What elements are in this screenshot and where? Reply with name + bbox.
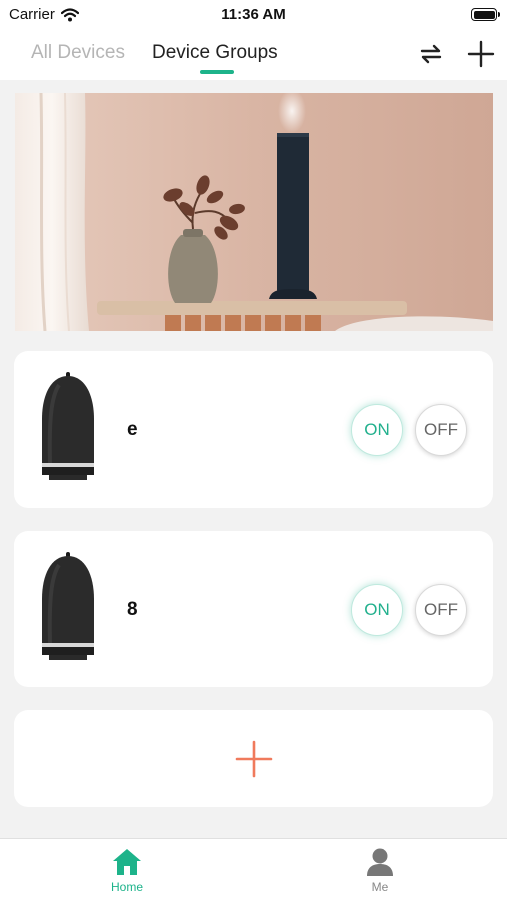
bottom-tab-bar: Home Me bbox=[0, 838, 507, 900]
device-name: e bbox=[127, 419, 138, 440]
device-card[interactable]: e ON OFF bbox=[14, 351, 493, 508]
person-icon bbox=[367, 848, 393, 876]
swap-icon[interactable] bbox=[416, 39, 446, 69]
tab-device-groups[interactable]: Device Groups bbox=[152, 42, 278, 64]
banner-image bbox=[15, 93, 493, 331]
plus-icon[interactable] bbox=[466, 39, 496, 69]
off-button[interactable]: OFF bbox=[415, 404, 467, 456]
banner-illustration bbox=[15, 93, 493, 331]
home-icon bbox=[113, 849, 141, 875]
diffuser-icon bbox=[42, 372, 94, 480]
device-name: 8 bbox=[127, 599, 138, 620]
active-tab-indicator bbox=[200, 70, 234, 74]
clock: 11:36 AM bbox=[221, 6, 286, 23]
on-button[interactable]: ON bbox=[351, 404, 403, 456]
off-button[interactable]: OFF bbox=[415, 584, 467, 636]
device-card[interactable]: 8 ON OFF bbox=[14, 531, 493, 687]
battery-icon bbox=[471, 8, 500, 21]
diffuser-icon bbox=[42, 552, 94, 660]
tab-home-label: Home bbox=[110, 880, 143, 894]
tab-me[interactable]: Me bbox=[340, 846, 420, 894]
tab-home[interactable]: Home bbox=[87, 846, 167, 894]
plus-icon[interactable] bbox=[235, 740, 273, 778]
tab-all-devices[interactable]: All Devices bbox=[31, 42, 125, 64]
status-bar: Carrier 11:36 AM bbox=[0, 0, 507, 30]
add-group-card[interactable] bbox=[14, 710, 493, 807]
top-navigation: All Devices Device Groups bbox=[0, 30, 507, 80]
on-button[interactable]: ON bbox=[351, 584, 403, 636]
tab-me-label: Me bbox=[371, 880, 389, 894]
